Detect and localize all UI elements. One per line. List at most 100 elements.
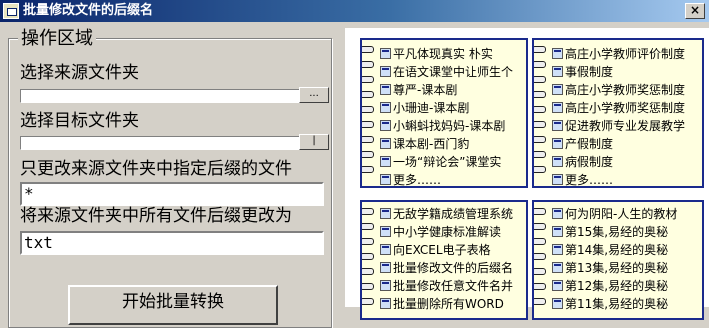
binder-rings	[534, 46, 546, 181]
notepad-link-label: 第11集,易经的奥秘	[565, 296, 669, 311]
notepad-link-label: 批量删除所有WORD	[393, 296, 504, 311]
notepad-link[interactable]: 事假制度	[552, 62, 685, 80]
notepad-link[interactable]: 高庄小学教师评价制度	[552, 44, 685, 62]
document-icon	[552, 207, 563, 219]
close-button[interactable]: ×	[685, 3, 705, 19]
document-icon	[380, 65, 391, 77]
notepad-link-label: 批量修改文件的后缀名	[393, 260, 514, 275]
notepad-link[interactable]: 尊严-课本剧	[380, 80, 513, 98]
notepad-link-label: 事假制度	[565, 64, 614, 79]
notepad-link[interactable]: 更多……	[552, 170, 685, 187]
document-icon	[552, 173, 563, 185]
document-icon	[380, 243, 391, 255]
notepad-link-label: 小蝌蚪找妈妈-课本剧	[393, 118, 506, 133]
app-icon	[3, 3, 19, 19]
notepad-link-label: 更多……	[393, 172, 442, 187]
target-folder-field[interactable]	[20, 136, 300, 150]
notepad-link-label: 何为阴阳-人生的教材	[565, 206, 678, 221]
notepad-link-label: 平凡体现真实 朴实	[393, 46, 493, 61]
notepad-link[interactable]: 向EXCEL电子表格	[380, 240, 513, 258]
document-icon	[380, 47, 391, 59]
document-icon	[380, 137, 391, 149]
notepad-link[interactable]: 何为阴阳-人生的教材	[552, 204, 677, 222]
notepad-link[interactable]: 高庄小学教师奖惩制度	[552, 98, 685, 116]
notepad-link[interactable]: 更多……	[380, 170, 513, 187]
new-extension-input[interactable]: txt	[20, 231, 324, 255]
notepad-link-label: 病假制度	[565, 154, 614, 169]
document-icon	[552, 65, 563, 77]
notepad-link[interactable]: 第11集,易经的奥秘	[552, 294, 677, 312]
target-folder-label: 选择目标文件夹	[20, 111, 139, 131]
filter-extension-label: 只更改来源文件夹中指定后缀的文件	[20, 159, 292, 179]
start-batch-convert-button[interactable]: 开始批量转换	[68, 285, 278, 325]
notepad-link-label: 第13集,易经的奥秘	[565, 260, 669, 275]
notepad-bottom-right: 何为阴阳-人生的教材 第15集,易经的奥秘 第14集,易经的奥秘 第13集,易经的奥秘…	[532, 200, 704, 320]
notepad-link[interactable]: 小珊迪-课本剧	[380, 98, 513, 116]
document-icon	[552, 119, 563, 131]
document-icon	[552, 155, 563, 167]
notepad-top-right: 高庄小学教师评价制度 事假制度高庄小学教师奖惩制度 高庄小学教师奖惩制度 促进教师专业…	[532, 38, 704, 188]
notepad-link-label: 高庄小学教师奖惩制度	[565, 82, 686, 97]
notepad-link[interactable]: 高庄小学教师奖惩制度	[552, 80, 685, 98]
target-browse-button[interactable]: |	[299, 134, 329, 150]
window-title: 批量修改文件的后缀名	[23, 3, 154, 18]
notepad-link[interactable]: 产假制度	[552, 134, 685, 152]
notepad-list: 何为阴阳-人生的教材 第15集,易经的奥秘 第14集,易经的奥秘 第13集,易经的奥秘…	[552, 204, 677, 312]
document-icon	[552, 101, 563, 113]
notepad-top-left: 平凡体现真实 朴实 在语文课堂中让师生个尊严-课本剧 小珊迪-课本剧小蝌蚪找妈妈-课…	[360, 38, 528, 188]
notepad-list: 高庄小学教师评价制度 事假制度高庄小学教师奖惩制度 高庄小学教师奖惩制度 促进教师专业…	[552, 44, 685, 187]
document-icon	[552, 47, 563, 59]
notepad-link-label: 第15集,易经的奥秘	[565, 224, 669, 239]
notepad-link-label: 第14集,易经的奥秘	[565, 242, 669, 257]
new-extension-label: 将来源文件夹中所有文件后缀更改为	[20, 206, 292, 226]
document-icon	[380, 101, 391, 113]
source-folder-field[interactable]	[20, 89, 300, 103]
document-icon	[552, 261, 563, 273]
notepad-link[interactable]: 一场“辩论会”课堂实	[380, 152, 513, 170]
document-icon	[380, 261, 391, 273]
notepad-link[interactable]: 平凡体现真实 朴实	[380, 44, 513, 62]
document-icon	[552, 225, 563, 237]
notepad-link[interactable]: 中小学健康标准解读	[380, 222, 513, 240]
notepad-link-label: 第12集,易经的奥秘	[565, 278, 669, 293]
document-icon	[552, 83, 563, 95]
notepad-link[interactable]: 批量修改任意文件名并	[380, 276, 513, 294]
filter-extension-input[interactable]: *	[20, 182, 324, 206]
notepad-link-label: 无敌学籍成绩管理系统	[393, 206, 514, 221]
document-icon	[552, 137, 563, 149]
notepad-bottom-left: 无敌学籍成绩管理系统 中小学健康标准解读向EXCEL电子表格批量修改文件的后缀名批…	[360, 200, 528, 320]
links-panel: 平凡体现真实 朴实 在语文课堂中让师生个尊严-课本剧 小珊迪-课本剧小蝌蚪找妈妈-课…	[345, 28, 709, 320]
notepad-link-label: 尊严-课本剧	[393, 82, 458, 97]
document-icon	[380, 279, 391, 291]
binder-rings	[534, 208, 546, 313]
notepad-link-label: 更多……	[565, 172, 614, 187]
notepad-link[interactable]: 在语文课堂中让师生个	[380, 62, 513, 80]
notepad-link[interactable]: 第14集,易经的奥秘	[552, 240, 677, 258]
group-title: 操作区域	[18, 28, 96, 50]
notepad-list: 平凡体现真实 朴实 在语文课堂中让师生个尊严-课本剧 小珊迪-课本剧小蝌蚪找妈妈-课…	[380, 44, 513, 187]
document-icon	[552, 279, 563, 291]
notepad-link[interactable]: 批量修改文件的后缀名	[380, 258, 513, 276]
document-icon	[380, 207, 391, 219]
notepad-link[interactable]: 小蝌蚪找妈妈-课本剧	[380, 116, 513, 134]
source-browse-button[interactable]: ...	[299, 87, 329, 103]
notepad-list: 无敌学籍成绩管理系统 中小学健康标准解读向EXCEL电子表格批量修改文件的后缀名批…	[380, 204, 513, 312]
notepad-link-label: 批量修改任意文件名并	[393, 278, 514, 293]
notepad-link-label: 小珊迪-课本剧	[393, 100, 470, 115]
notepad-link[interactable]: 批量删除所有WORD	[380, 294, 513, 312]
notepad-link-label: 高庄小学教师奖惩制度	[565, 100, 686, 115]
notepad-link[interactable]: 第15集,易经的奥秘	[552, 222, 677, 240]
notepad-link[interactable]: 病假制度	[552, 152, 685, 170]
document-icon	[380, 155, 391, 167]
notepad-link-label: 高庄小学教师评价制度	[565, 46, 686, 61]
notepad-link[interactable]: 第13集,易经的奥秘	[552, 258, 677, 276]
notepad-link[interactable]: 促进教师专业发展教学	[552, 116, 685, 134]
notepad-link-label: 课本剧-西门豹	[393, 136, 470, 151]
notepad-link[interactable]: 第12集,易经的奥秘	[552, 276, 677, 294]
title-bar: 批量修改文件的后缀名 ×	[0, 0, 709, 22]
notepad-link-label: 一场“辩论会”课堂实	[393, 154, 502, 169]
notepad-link-label: 促进教师专业发展教学	[565, 118, 686, 133]
notepad-link-label: 向EXCEL电子表格	[393, 242, 491, 257]
notepad-link[interactable]: 无敌学籍成绩管理系统	[380, 204, 513, 222]
notepad-link[interactable]: 课本剧-西门豹	[380, 134, 513, 152]
